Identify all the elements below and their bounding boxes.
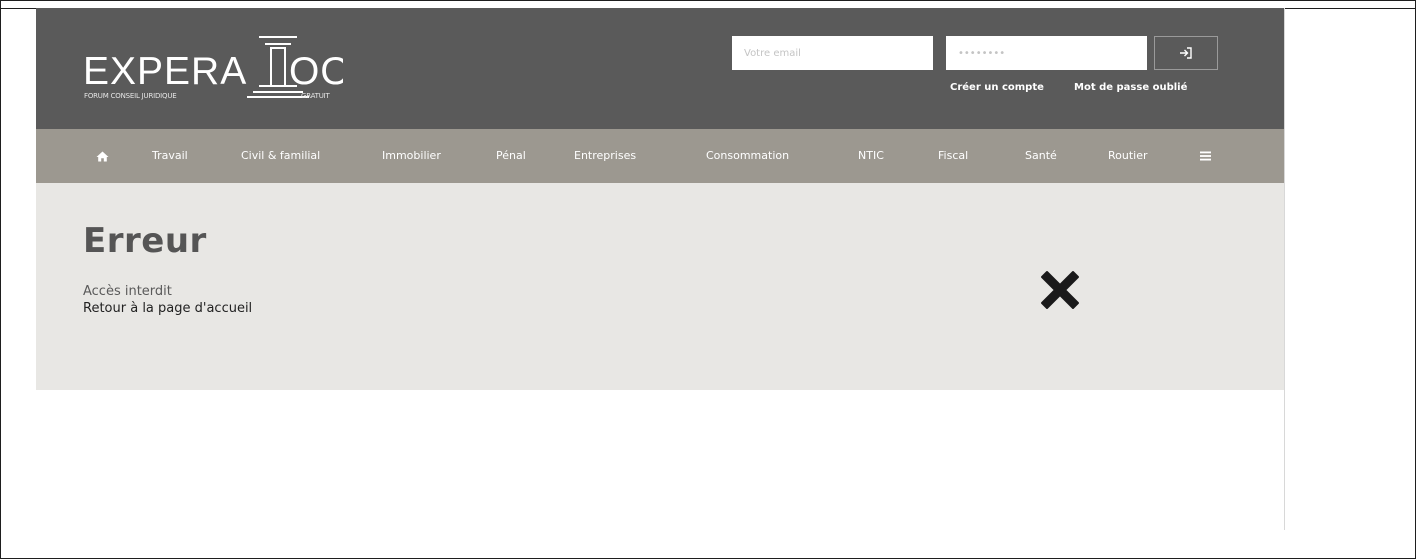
error-section: Erreur Accès interdit Retour à la page d… [36,183,1284,390]
page-title: Erreur [83,221,207,261]
nav-menu-toggle[interactable] [1200,129,1211,183]
logo-wordmark-left: EXPERA [83,50,247,93]
nav-item-fiscal[interactable]: Fiscal [938,129,968,183]
nav-item-penal[interactable]: Pénal [496,129,526,183]
scrollbar-divider [1284,8,1285,530]
nav-item-consommation[interactable]: Consommation [706,129,789,183]
nav-item-immobilier[interactable]: Immobilier [382,129,441,183]
home-icon [96,151,109,161]
close-x-icon [1041,271,1079,309]
nav-item-sante[interactable]: Santé [1025,129,1057,183]
create-account-link[interactable]: Créer un compte [950,82,1044,93]
login-button[interactable] [1154,36,1218,70]
nav-item-routier[interactable]: Routier [1108,129,1148,183]
logo-wordmark-right: OO [289,50,343,93]
site-container: EXPERA OO FORUM CONSEIL JURIDIQUE GRATUI… [36,8,1284,390]
password-input[interactable] [946,36,1147,70]
error-message: Accès interdit [83,284,172,299]
sign-in-icon [1180,47,1192,59]
logo-tagline: FORUM CONSEIL JURIDIQUE [84,92,177,100]
nav-item-ntic[interactable]: NTIC [858,129,884,183]
forgot-password-link[interactable]: Mot de passe oublié [1074,82,1187,93]
nav-home[interactable] [96,129,109,183]
site-logo[interactable]: EXPERA OO FORUM CONSEIL JURIDIQUE GRATUI… [83,35,343,105]
nav-item-entreprises[interactable]: Entreprises [574,129,636,183]
logo-tagline-free: GRATUIT [301,92,330,100]
site-header: EXPERA OO FORUM CONSEIL JURIDIQUE GRATUI… [36,8,1284,129]
nav-item-civil-familial[interactable]: Civil & familial [241,129,320,183]
back-to-home-link[interactable]: Retour à la page d'accueil [83,301,252,316]
nav-item-travail[interactable]: Travail [152,129,188,183]
hamburger-menu-icon [1200,151,1211,161]
email-input[interactable] [732,36,933,70]
main-navigation: Travail Civil & familial Immobilier Péna… [36,129,1284,183]
